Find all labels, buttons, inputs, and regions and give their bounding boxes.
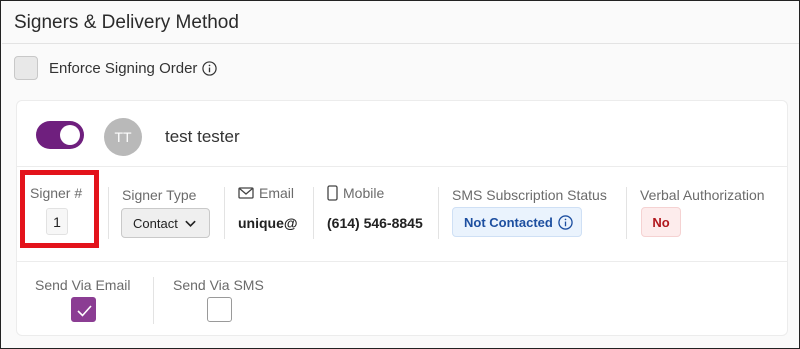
phone-icon: [327, 185, 338, 201]
signer-type-select[interactable]: Contact: [121, 208, 210, 238]
signer-enabled-toggle[interactable]: [36, 121, 84, 149]
sms-status-value: Not Contacted: [464, 214, 553, 230]
highlight-box: [20, 170, 99, 248]
sms-status-badge[interactable]: Not Contacted: [452, 207, 582, 237]
panel-header: Signers & Delivery Method: [2, 2, 799, 44]
verbal-authorization-badge: No: [641, 207, 681, 237]
chevron-down-icon: [184, 217, 197, 230]
send-via-email-checkbox[interactable]: [71, 297, 96, 322]
mobile-label: Mobile: [343, 185, 385, 201]
checkmark-icon: [77, 305, 92, 317]
email-value: unique@: [238, 215, 298, 231]
column-divider: [108, 187, 109, 239]
signer-type-label: Signer Type: [122, 187, 197, 203]
column-divider: [153, 277, 154, 324]
send-via-email-label: Send Via Email: [35, 277, 131, 293]
send-via-sms-label: Send Via SMS: [173, 277, 264, 293]
mobile-value: (614) 546-8845: [327, 215, 423, 231]
column-divider: [224, 187, 225, 239]
info-icon[interactable]: [202, 60, 218, 76]
enforce-signing-order-row: Enforce Signing Order: [14, 56, 218, 80]
enforce-signing-order-label: Enforce Signing Order: [49, 59, 198, 77]
column-divider: [438, 187, 439, 239]
send-via-sms-checkbox[interactable]: [207, 297, 232, 322]
verbal-authorization-label: Verbal Authorization: [640, 187, 765, 203]
enforce-signing-order-checkbox[interactable]: [14, 56, 38, 80]
mobile-header: Mobile: [327, 185, 384, 201]
column-divider: [626, 187, 627, 239]
avatar: TT: [104, 118, 142, 156]
info-icon: [558, 214, 573, 230]
email-label: Email: [259, 185, 295, 201]
delivery-separator: [17, 261, 787, 262]
signers-panel: Signers & Delivery Method Enforce Signin…: [0, 0, 800, 349]
signer-type-value: Contact: [133, 215, 178, 231]
toggle-knob: [60, 125, 80, 145]
sms-status-label: SMS Subscription Status: [452, 187, 607, 203]
signer-card: TT test tester Signer # 1 Signer Type Co…: [16, 100, 788, 336]
envelope-icon: [238, 186, 254, 200]
column-divider: [313, 187, 314, 239]
panel-title: Signers & Delivery Method: [14, 12, 239, 33]
signer-name: test tester: [165, 127, 240, 146]
email-header: Email: [238, 185, 294, 201]
signer-card-header: TT test tester: [17, 101, 787, 167]
